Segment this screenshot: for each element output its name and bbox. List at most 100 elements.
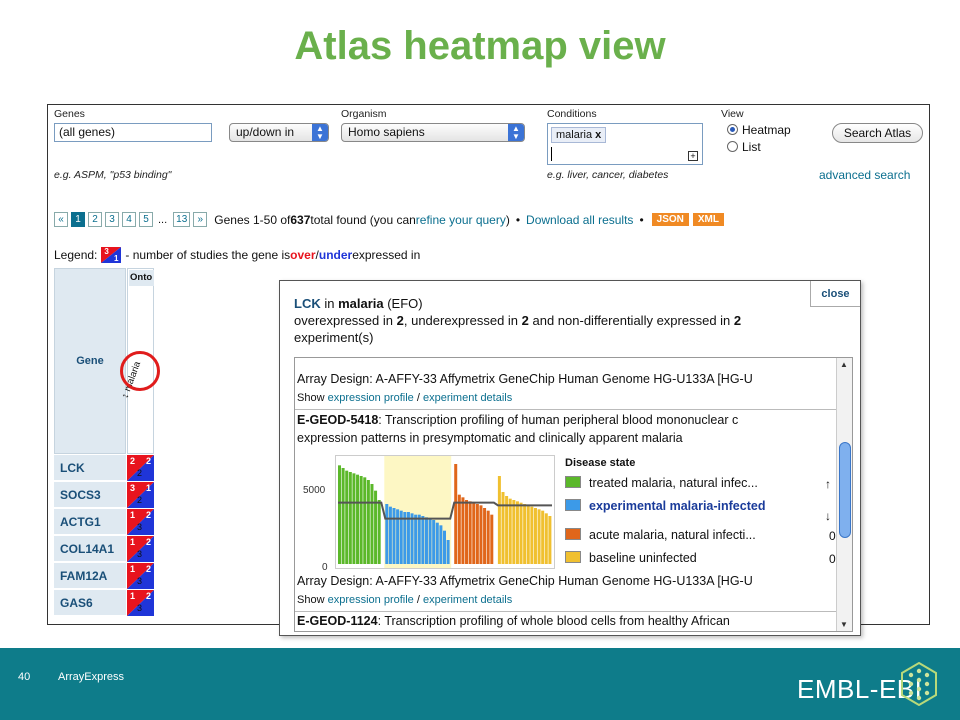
link-sep-2: / — [413, 594, 423, 606]
pager-page-4[interactable]: 4 — [122, 212, 136, 227]
view-list-label: List — [742, 140, 761, 154]
legend-over: over — [290, 248, 316, 262]
exp1-links: Show expression profile / experiment det… — [297, 392, 837, 404]
cell-down-count: 1 — [145, 483, 151, 493]
bar — [432, 520, 436, 564]
experiment-details-link[interactable]: experiment details — [423, 392, 512, 404]
bar — [352, 473, 356, 564]
condition-token[interactable]: malaria x — [551, 127, 607, 143]
bar — [377, 500, 381, 564]
heatmap-cell[interactable]: 123 — [127, 590, 154, 616]
pager-page-3[interactable]: 3 — [105, 212, 119, 227]
exp2-links: Show expression profile / experiment det… — [297, 594, 837, 606]
radio-selected-icon — [727, 124, 738, 135]
expression-profile-link[interactable]: expression profile — [328, 392, 414, 404]
expression-profile-link-2[interactable]: expression profile — [328, 594, 414, 606]
genes-input[interactable]: (all genes) — [54, 123, 212, 142]
view-list-radio[interactable]: List — [727, 140, 761, 154]
bar — [533, 508, 537, 564]
direction-select[interactable]: up/down in ▲ ▼ — [229, 123, 329, 142]
conditions-input[interactable]: malaria x + — [547, 123, 703, 165]
bar — [366, 480, 370, 564]
side-value-2: 0 — [829, 552, 836, 566]
gene-row-label[interactable]: GAS6 — [54, 590, 126, 616]
download-all-link[interactable]: Download all results — [526, 213, 633, 227]
bar — [486, 510, 490, 564]
bar — [396, 509, 400, 564]
organism-select[interactable]: Homo sapiens ▲ ▼ — [341, 123, 525, 142]
results-text-mid: total found (you can — [310, 212, 416, 227]
close-button[interactable]: close — [810, 281, 860, 307]
radio-empty-icon — [727, 141, 738, 152]
gene-row-label[interactable]: LCK — [54, 455, 126, 481]
experiment-details-link-2[interactable]: experiment details — [423, 594, 512, 606]
json-button[interactable]: JSON — [651, 213, 689, 226]
arrow-down-icon: ↓ — [825, 509, 831, 523]
xml-button[interactable]: XML — [692, 213, 724, 226]
popup-condition: malaria — [338, 296, 384, 311]
heatmap-cell[interactable]: 123 — [127, 563, 154, 589]
gene-row-label[interactable]: SOCS3 — [54, 482, 126, 508]
legend-item-experimental[interactable]: experimental malaria-infected — [565, 499, 765, 513]
refine-query-link[interactable]: refine your query — [416, 213, 506, 227]
bar — [392, 508, 396, 564]
pager-next[interactable]: » — [193, 212, 208, 227]
bar — [439, 525, 443, 564]
pager-page-1[interactable]: 1 — [71, 212, 85, 227]
popup-under-n: 2 — [521, 313, 529, 328]
pager-prev[interactable]: « — [54, 212, 68, 227]
bar — [424, 517, 428, 564]
expand-plus-icon[interactable]: + — [688, 151, 698, 161]
popup-line2b: , underexpressed in — [403, 313, 522, 328]
heatmap-cell[interactable]: 123 — [127, 509, 154, 535]
pager-page-last[interactable]: 13 — [173, 212, 191, 227]
bar — [515, 501, 519, 564]
cell-up-count: 1 — [130, 591, 136, 601]
highlight-circle — [120, 351, 160, 391]
cell-up-count: 3 — [130, 483, 136, 493]
legend-item-acute[interactable]: acute malaria, natural infecti... — [565, 528, 756, 542]
popup-line3: experiment(s) — [294, 330, 374, 345]
heatmap-cell[interactable]: 222 — [127, 455, 154, 481]
search-atlas-button[interactable]: Search Atlas — [832, 123, 923, 143]
exp1-title: E-GEOD-5418: Transcription profiling of … — [297, 413, 837, 427]
divider — [295, 409, 837, 410]
popup-non-n: 2 — [733, 313, 742, 328]
heatmap-cell[interactable]: 123 — [127, 536, 154, 562]
y-tick-5000: 5000 — [303, 485, 326, 496]
legend-down-num: 1 — [113, 254, 119, 263]
exp1-title-line2: expression patterns in presymptomatic an… — [297, 431, 683, 445]
bar — [345, 470, 349, 564]
exp2-id[interactable]: E-GEOD-1124 — [297, 614, 378, 628]
legend-item-treated[interactable]: treated malaria, natural infec... — [565, 476, 758, 490]
exp1-id[interactable]: E-GEOD-5418 — [297, 413, 378, 427]
token-remove-icon[interactable]: x — [595, 129, 601, 141]
organism-value: Homo sapiens — [348, 125, 425, 139]
cell-up-count: 1 — [130, 510, 136, 520]
advanced-search-link[interactable]: advanced search — [819, 168, 910, 182]
scroll-thumb[interactable] — [839, 442, 851, 538]
bullet-2: • — [639, 212, 644, 227]
bar — [403, 512, 407, 564]
popup-scrollbar[interactable]: ▲ ▼ — [836, 358, 852, 631]
view-heatmap-radio[interactable]: Heatmap — [727, 123, 791, 137]
scroll-up-icon[interactable]: ▲ — [840, 360, 848, 369]
pager-page-2[interactable]: 2 — [88, 212, 102, 227]
legend-label-treated: treated malaria, natural infec... — [589, 476, 758, 490]
popup-line2c: and non-differentially expressed in — [528, 313, 734, 328]
heatmap-cell[interactable]: 312 — [127, 482, 154, 508]
bar — [414, 514, 418, 564]
gene-row-label[interactable]: COL14A1 — [54, 536, 126, 562]
gene-row-label[interactable]: ACTG1 — [54, 509, 126, 535]
cell-up-count: 1 — [130, 537, 136, 547]
scroll-down-icon[interactable]: ▼ — [840, 620, 848, 629]
bar — [457, 494, 461, 564]
legend-text-post: expressed in — [352, 248, 421, 262]
bar — [526, 505, 530, 564]
pager-page-5[interactable]: 5 — [139, 212, 153, 227]
legend-item-baseline[interactable]: baseline uninfected — [565, 551, 697, 565]
bar — [523, 504, 527, 564]
bar — [421, 516, 425, 564]
exp1-title-text: : Transcription profiling of human perip… — [378, 413, 739, 427]
gene-row-label[interactable]: FAM12A — [54, 563, 126, 589]
